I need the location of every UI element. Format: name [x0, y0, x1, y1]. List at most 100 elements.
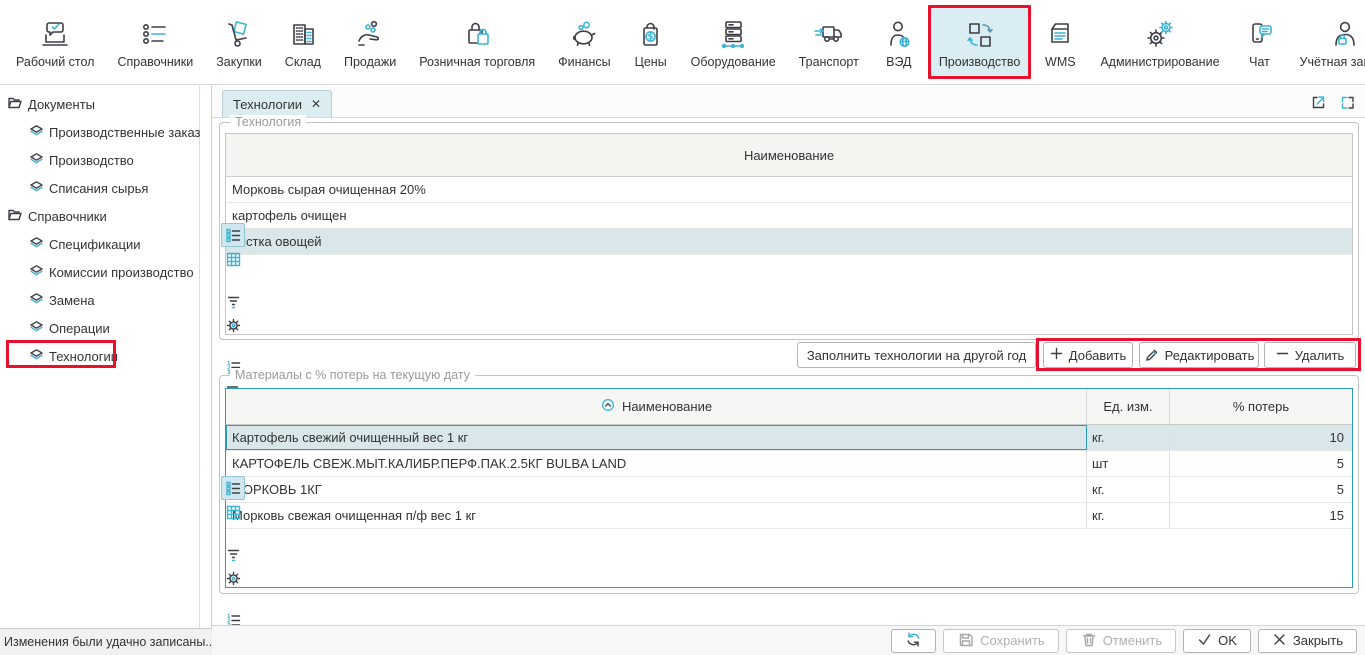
technology-row[interactable]: Морковь сырая очищенная 20% — [226, 177, 1352, 203]
warehouse-icon — [286, 14, 320, 52]
technology-column-header[interactable]: Наименование — [226, 134, 1352, 177]
materials-row[interactable]: Морковь свежая очищенная п/ф вес 1 кг кг… — [226, 503, 1352, 529]
desktop-icon — [38, 14, 72, 52]
wms-icon — [1043, 14, 1077, 52]
ribbon-item-purchases[interactable]: Закупки — [205, 5, 273, 79]
tab-close-icon[interactable]: ✕ — [311, 97, 321, 111]
fill-technologies-year-button[interactable]: Заполнить технологии на другой год — [797, 342, 1036, 368]
materials-row[interactable]: МОРКОВЬ 1КГ кг. 5 — [226, 477, 1352, 503]
tree-item-production[interactable]: Производство — [0, 146, 199, 174]
materials-row[interactable]: КАРТОФЕЛЬ СВЕЖ.МЫТ.КАЛИБР.ПЕРФ.ПАК.2.5КГ… — [226, 451, 1352, 477]
ribbon-item-prices[interactable]: $ Цены — [623, 5, 679, 79]
materials-row-selected[interactable]: Картофель свежий очищенный вес 1 кг кг. … — [226, 425, 1352, 451]
ribbon-item-warehouse[interactable]: Склад — [274, 5, 332, 79]
purchases-icon — [222, 14, 256, 52]
tree-item-specifications[interactable]: Спецификации — [0, 230, 199, 258]
ok-button[interactable]: OK — [1183, 629, 1251, 653]
open-in-window-icon[interactable] — [1308, 92, 1328, 112]
tree-group-label: Документы — [28, 97, 95, 112]
tree-item-technologies[interactable]: Технологии — [0, 342, 199, 370]
tree-item-label: Производственные заказы — [49, 125, 210, 140]
ribbon-item-label: ВЭД — [886, 55, 911, 69]
refresh-icon — [905, 631, 922, 651]
ribbon-item-production[interactable]: Производство — [928, 5, 1032, 79]
materials-group-label: Материалы с % потерь на текущую дату — [230, 368, 475, 382]
materials-groupbox: Материалы с % потерь на текущую дату Наи… — [219, 375, 1359, 594]
ribbon-item-sales[interactable]: Продажи — [333, 5, 407, 79]
diamond-icon — [30, 237, 43, 252]
chat-icon — [1243, 14, 1277, 52]
tree-group-references[interactable]: Справочники — [0, 202, 199, 230]
grid-view-icon[interactable] — [221, 500, 245, 524]
technology-toolbar: 123 Заполнить технологии на другой год Д… — [212, 338, 1365, 372]
technology-row-selected[interactable]: чистка овощей — [226, 229, 1352, 255]
sales-icon — [353, 14, 387, 52]
delete-button[interactable]: Удалить — [1264, 342, 1356, 368]
list-view-icon[interactable] — [221, 476, 245, 500]
ribbon-item-account[interactable]: Учётная запись — [1289, 5, 1365, 79]
close-button[interactable]: Закрыть — [1258, 629, 1357, 653]
ribbon-item-administration[interactable]: Администрирование — [1089, 5, 1230, 79]
ribbon-item-catalog[interactable]: Справочники — [106, 5, 204, 79]
status-message: Изменения были удачно записаны... — [4, 635, 212, 649]
materials-column-unit[interactable]: Ед. изм. — [1087, 389, 1170, 424]
settings-icon[interactable] — [221, 566, 245, 590]
ribbon-item-label: Транспорт — [799, 55, 859, 69]
filter-icon[interactable] — [221, 289, 245, 313]
plus-icon — [1050, 347, 1063, 363]
sidebar-scrollbar-gutter[interactable] — [200, 86, 212, 628]
ribbon-item-retail[interactable]: Розничная торговля — [408, 5, 546, 79]
tab-bar: Технологии ✕ — [212, 86, 1365, 118]
administration-icon — [1143, 14, 1177, 52]
list-view-icon[interactable] — [221, 223, 245, 247]
sort-ascending-icon — [600, 397, 616, 416]
ribbon-item-finance[interactable]: Финансы — [547, 5, 621, 79]
tree-item-replacement[interactable]: Замена — [0, 286, 199, 314]
close-x-icon — [1272, 632, 1287, 650]
ribbon-item-wms[interactable]: WMS — [1032, 5, 1088, 79]
tab-technologies[interactable]: Технологии ✕ — [222, 90, 332, 117]
tree-group-documents[interactable]: Документы — [0, 90, 199, 118]
ribbon-item-foreign-trade[interactable]: ВЭД — [871, 5, 927, 79]
finance-icon — [567, 14, 601, 52]
retail-icon — [460, 14, 494, 52]
tree-item-raw-writeoffs[interactable]: Списания сырья — [0, 174, 199, 202]
filter-icon[interactable] — [221, 542, 245, 566]
ribbon-item-chat[interactable]: Чат — [1232, 5, 1288, 79]
ribbon-item-label: WMS — [1045, 55, 1076, 69]
edit-button[interactable]: Редактировать — [1139, 342, 1259, 368]
tree-item-operations[interactable]: Операции — [0, 314, 199, 342]
add-button[interactable]: Добавить — [1043, 342, 1133, 368]
refresh-button[interactable] — [891, 629, 936, 653]
save-button[interactable]: Сохранить — [943, 629, 1059, 653]
equipment-icon — [716, 14, 750, 52]
grid-view-icon[interactable] — [221, 247, 245, 271]
tree-item-production-commissions[interactable]: Комиссии производство — [0, 258, 199, 286]
materials-column-name[interactable]: Наименование — [226, 389, 1087, 424]
cancel-button[interactable]: Отменить — [1066, 629, 1176, 653]
materials-column-loss[interactable]: % потерь — [1170, 389, 1352, 424]
settings-icon[interactable] — [221, 313, 245, 337]
diamond-icon — [30, 153, 43, 168]
tree-item-production-orders[interactable]: Производственные заказы — [0, 118, 199, 146]
ribbon-item-desktop[interactable]: Рабочий стол — [5, 5, 105, 79]
tree-item-label: Списания сырья — [49, 181, 148, 196]
ribbon-item-equipment[interactable]: Оборудование — [680, 5, 787, 79]
main-panel: Технологии ✕ Технология Наименование Мор… — [212, 86, 1365, 655]
fullscreen-icon[interactable] — [1337, 92, 1357, 112]
diamond-icon — [30, 321, 43, 336]
ribbon-item-label: Склад — [285, 55, 321, 69]
materials-table: Наименование Ед. изм. % потерь Картофель… — [225, 388, 1353, 588]
tree-item-label: Комиссии производство — [49, 265, 194, 280]
status-bar: Изменения были удачно записаны... — [0, 628, 212, 655]
prices-icon: $ — [634, 14, 668, 52]
tree-item-label: Замена — [49, 293, 95, 308]
folder-icon — [8, 97, 22, 112]
check-icon — [1197, 632, 1212, 650]
ribbon-item-transport[interactable]: Транспорт — [788, 5, 870, 79]
ribbon-toolbar: Рабочий стол Справочники Закупки Склад П… — [0, 0, 1365, 85]
ribbon-item-label: Администрирование — [1100, 55, 1219, 69]
ribbon-item-label: Финансы — [558, 55, 610, 69]
minus-icon — [1276, 347, 1289, 363]
technology-row[interactable]: картофель очищен — [226, 203, 1352, 229]
